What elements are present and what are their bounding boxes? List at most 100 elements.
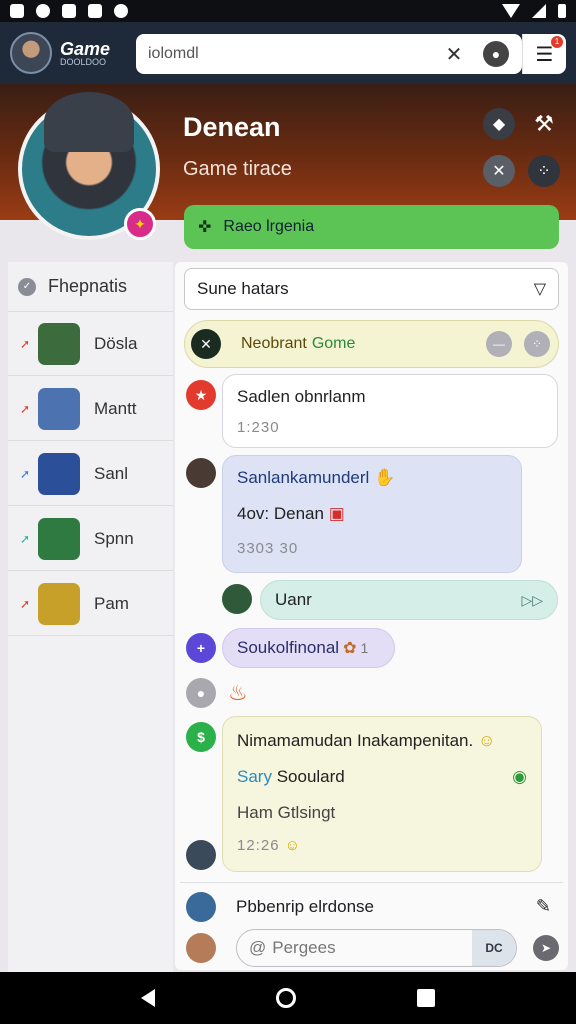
primary-action-button[interactable]: ✜ Raeo lrgenia	[184, 205, 559, 249]
xbox-icon: ✕	[191, 329, 221, 359]
recording-icon	[36, 4, 50, 18]
reaction-count: 1	[360, 640, 369, 656]
sidebar-item-spnn[interactable]: ➚ Spnn	[8, 507, 173, 571]
lightbulb-icon: ●	[186, 678, 216, 708]
avatar	[38, 582, 80, 625]
banner-game: Gome	[311, 335, 356, 352]
lock-icon	[62, 4, 76, 18]
pin-icon: ➚	[19, 401, 31, 416]
avatar	[186, 891, 216, 922]
message-input[interactable]: @ Pergees DC	[236, 929, 517, 967]
sidebar-item-pam[interactable]: ➚ Pam	[8, 572, 173, 636]
message-time: 3303 30	[237, 540, 299, 557]
filter-dropdown[interactable]: Sune hatars ▽	[184, 268, 559, 310]
message-text: Soukolfinonal	[237, 638, 340, 657]
message-bubble[interactable]: Nimamamudan Inakampenitan. ☺ Sary Sooula…	[222, 716, 542, 872]
message-line: Sanlankamunderl	[237, 468, 370, 487]
avatar-icon: ●	[483, 41, 509, 67]
sword-icon[interactable]: ✕	[483, 155, 515, 187]
attachment-button[interactable]: DC	[472, 930, 516, 966]
menu-button[interactable]: ☰ 1	[522, 34, 566, 74]
plus-icon: +	[186, 633, 216, 663]
message-bubble[interactable]: Sadlen obnrlanm 1:230	[222, 374, 558, 448]
battery-icon	[558, 4, 566, 18]
sidebar-item-label: Mantt	[94, 398, 137, 418]
profile-name: Denean	[183, 112, 281, 142]
recents-icon[interactable]	[417, 989, 436, 1007]
sidebar-item-mantt[interactable]: ➚ Mantt	[8, 377, 173, 441]
level-badge: ✦	[124, 208, 156, 240]
message-line: Sary	[237, 767, 272, 786]
sim-icon	[10, 4, 24, 18]
favorites-icon: ✓	[18, 277, 36, 296]
message-text: Sary Sooulard ◉	[237, 767, 527, 787]
message-time: 1:230	[237, 419, 280, 436]
send-icon[interactable]: ➤	[533, 935, 559, 961]
message-time-text: 12:26	[237, 837, 280, 854]
avatar	[38, 322, 80, 365]
chevron-down-icon: ▽	[533, 281, 546, 298]
tools-icon[interactable]: ✕	[438, 38, 470, 70]
message-line: 4ov: Denan	[237, 504, 324, 523]
avatar	[186, 933, 216, 963]
avatar	[38, 387, 80, 430]
sidebar-header[interactable]: ✓ Fhepnatis	[8, 262, 173, 312]
system-nav-bar	[0, 972, 576, 1024]
app-logo[interactable]	[10, 32, 52, 74]
reaction-icon: ✿	[343, 640, 357, 657]
app-bar: Game DOOLDOO iolomdl ✕ ● ☰ 1	[0, 22, 576, 84]
message-text: Ham Gtlsingt	[237, 803, 336, 822]
wifi-icon	[502, 4, 520, 18]
game-banner[interactable]: ✕ Neobrant Gome — ⁘	[184, 320, 559, 368]
sidebar-header-label: Fhepnatis	[48, 276, 128, 296]
reply-label: Pbbenrip elrdonse	[236, 896, 374, 916]
edit-icon[interactable]: ✎	[536, 896, 551, 917]
fire-icon: ♨	[228, 680, 248, 705]
avatar	[186, 458, 216, 488]
avatar	[38, 517, 80, 560]
wave-icon: ✋	[374, 468, 396, 487]
search-bar[interactable]: iolomdl ✕ ●	[136, 34, 522, 74]
message-line: Nimamamudan Inakampenitan.	[237, 731, 474, 750]
banner-text: Neobrant	[241, 335, 307, 352]
shield-icon[interactable]: ◆	[483, 108, 515, 140]
message-time: 12:26 ☺	[237, 837, 527, 854]
globe-icon: ◉	[512, 767, 527, 786]
message-text: Nimamamudan Inakampenitan. ☺	[237, 731, 527, 751]
back-icon[interactable]	[140, 989, 155, 1007]
brand-subtitle: DOOLDOO	[60, 56, 107, 67]
helmet-graphic	[44, 92, 134, 152]
sidebar-item-label: Pam	[94, 593, 129, 613]
profile-button[interactable]: ●	[480, 38, 512, 70]
message-bubble[interactable]: Uanr ▷▷	[260, 580, 558, 620]
status-bar	[0, 0, 576, 22]
minus-icon[interactable]: —	[486, 331, 512, 357]
wrench-icon[interactable]: ⚒	[528, 108, 560, 140]
notification-badge: 1	[551, 36, 563, 48]
sidebar-item-sanl[interactable]: ➚ Sanl	[8, 442, 173, 506]
message-line: Sooulard	[276, 767, 345, 786]
pin-icon: ➚	[19, 336, 31, 351]
reply-row[interactable]: Pbbenrip elrdonse ✎	[180, 882, 563, 930]
controller-icon: ✜	[198, 219, 212, 236]
message-bubble[interactable]: Soukolfinonal ✿ 1	[222, 628, 395, 668]
message-bubble[interactable]: Sanlankamunderl ✋ 4ov: Denan ▣ 3303 30	[222, 455, 522, 573]
signal-icon	[532, 4, 546, 18]
gamepad-icon[interactable]: ⁘	[524, 331, 550, 357]
message-text: Uanr	[275, 590, 312, 609]
home-icon[interactable]	[275, 988, 296, 1008]
grid-icon[interactable]: ⁘	[528, 155, 560, 187]
pin-icon: ➚	[19, 466, 31, 481]
at-icon: @	[249, 938, 267, 957]
search-input[interactable]: iolomdl	[148, 45, 438, 63]
brand-title: Game	[60, 38, 111, 59]
sidebar-item-dosla[interactable]: ➚ Dösla	[8, 312, 173, 376]
message-text: Sanlankamunderl ✋	[237, 468, 507, 488]
composer: @ Pergees DC ➤	[180, 926, 563, 970]
message-text: 4ov: Denan ▣	[237, 504, 507, 524]
input-placeholder: Pergees	[272, 938, 336, 957]
forward-icon[interactable]: ▷▷	[521, 592, 543, 609]
avatar	[186, 840, 216, 870]
menu-icon: ☰	[535, 43, 554, 66]
sidebar-item-label: Spnn	[94, 528, 134, 548]
